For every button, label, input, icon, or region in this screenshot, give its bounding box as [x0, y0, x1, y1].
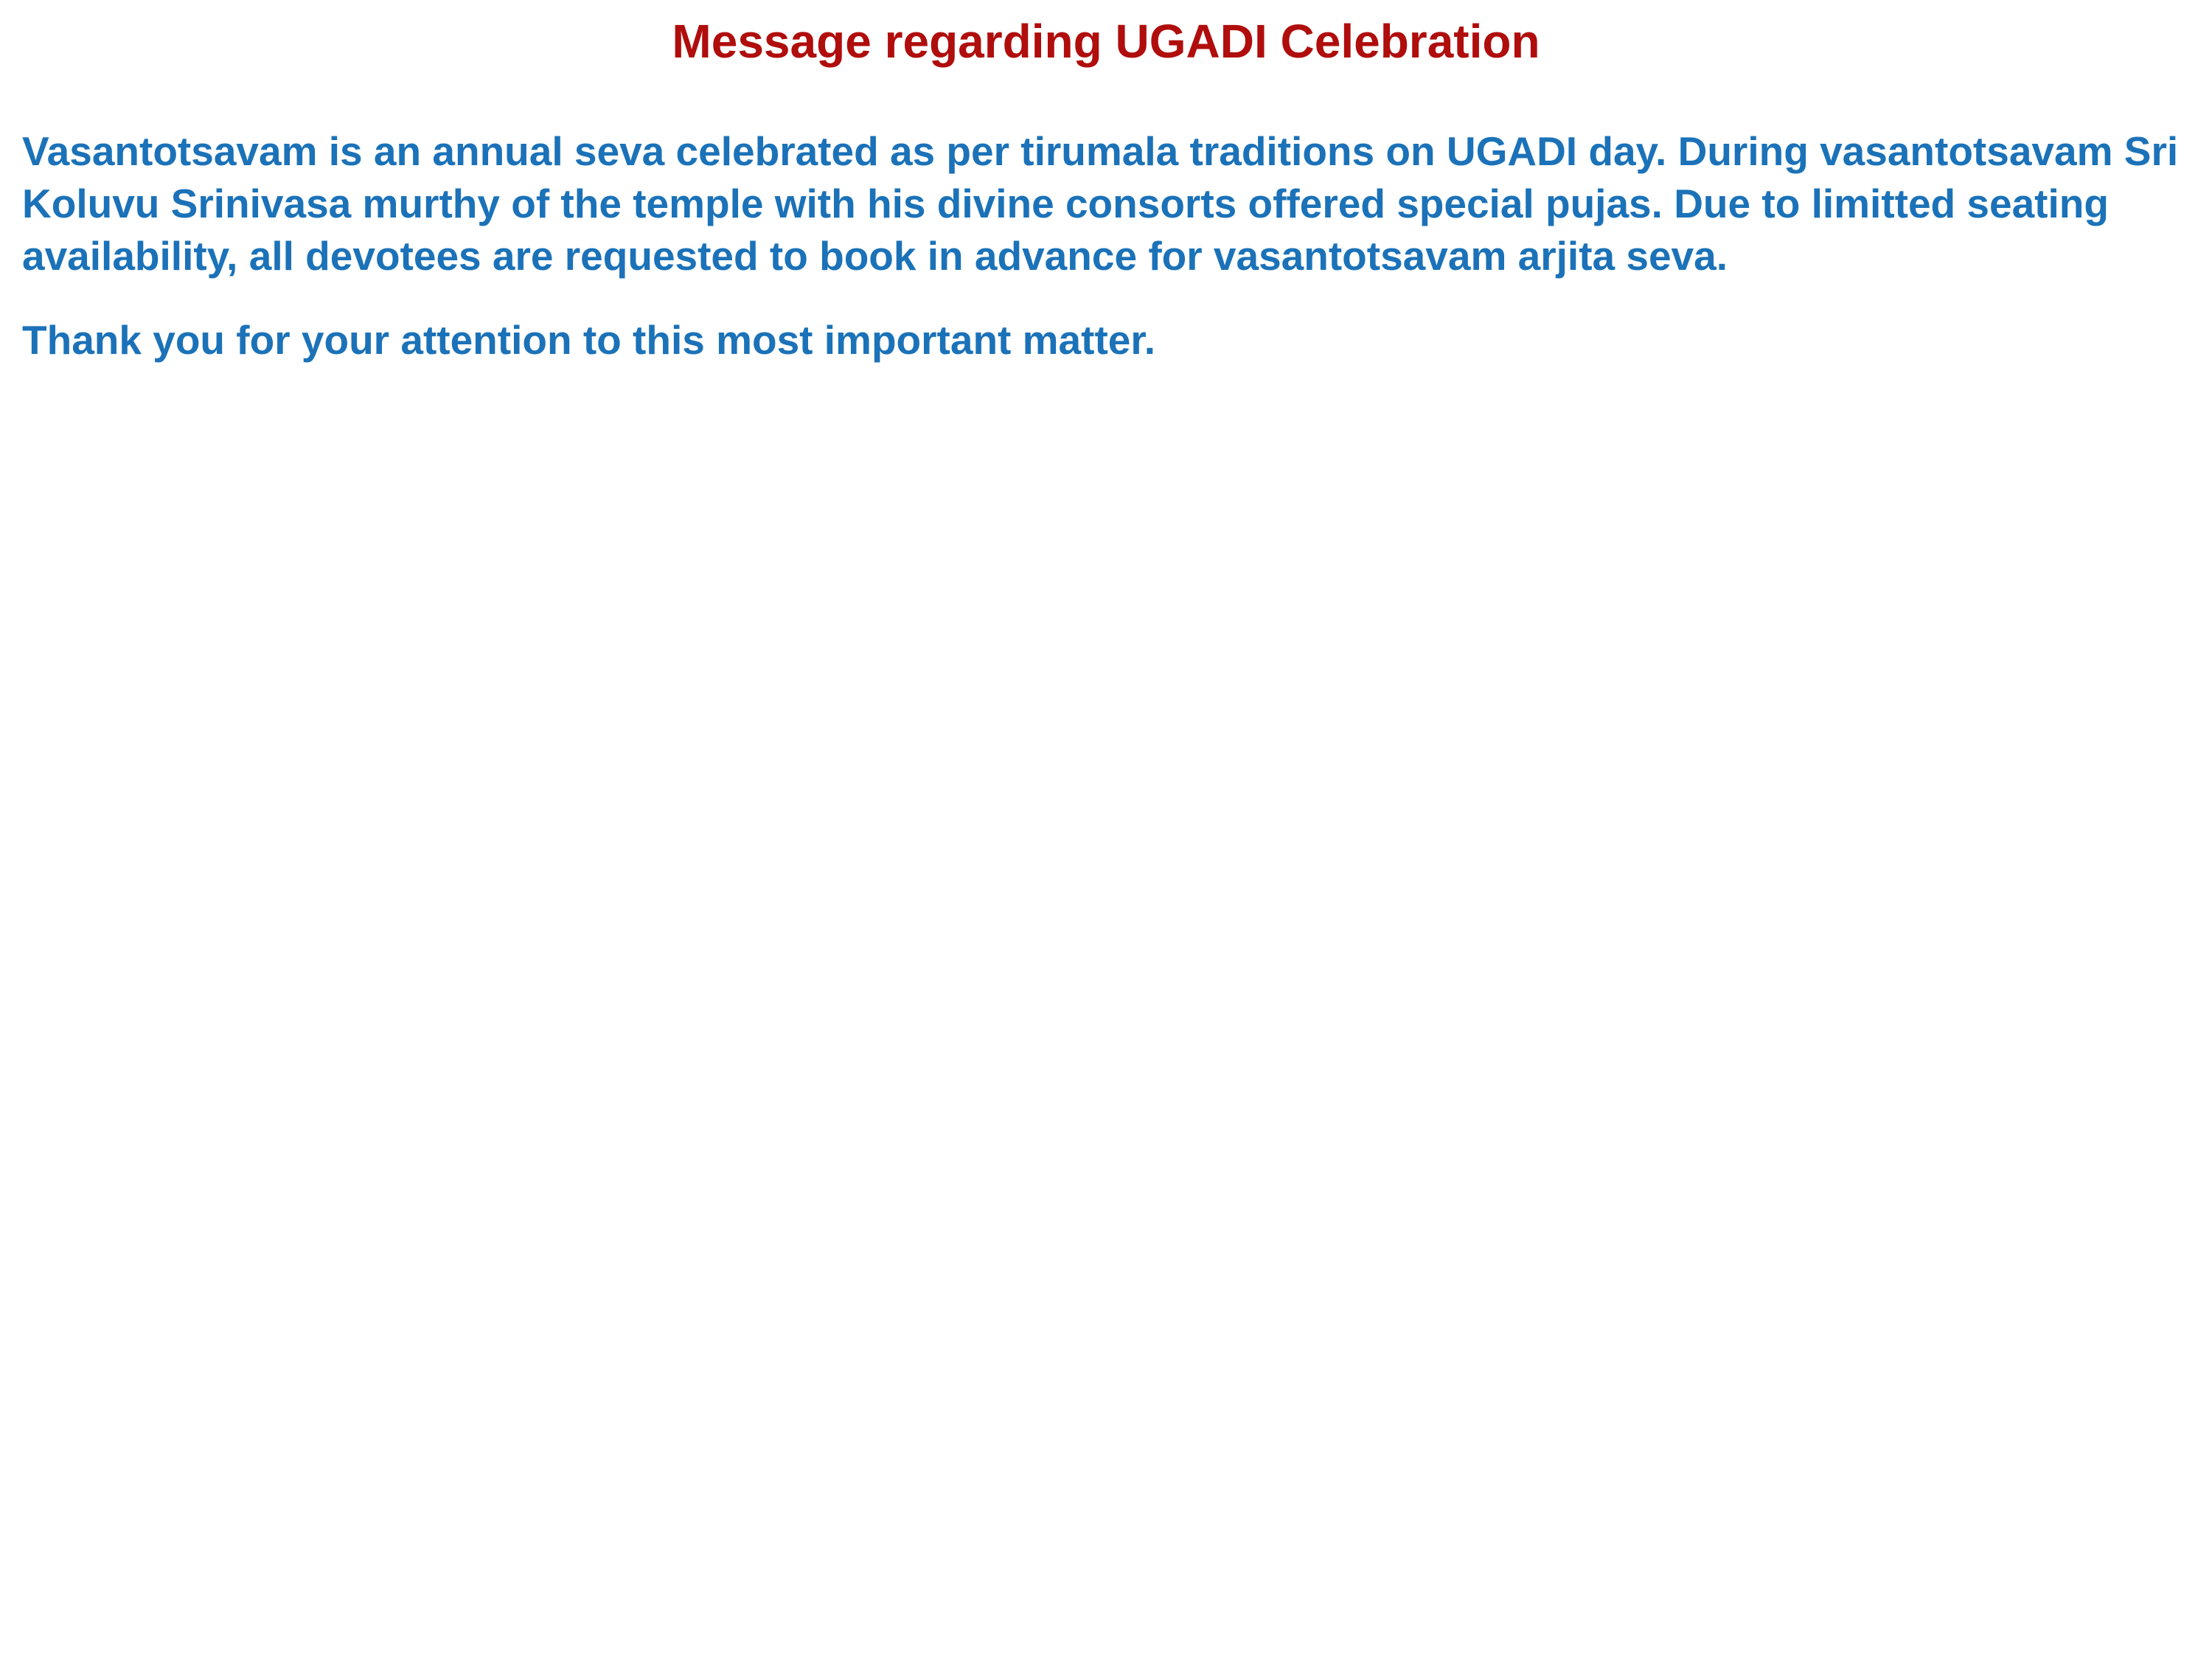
notice-paragraph: Vasantotsavam is an annual seva celebrat…	[22, 128, 2179, 279]
notice-body: Vasantotsavam is an annual seva celebrat…	[22, 125, 2190, 366]
page-title: Message regarding UGADI Celebration	[672, 15, 1540, 68]
notice-page: Message regarding UGADI Celebration Vasa…	[0, 0, 2212, 1659]
closing-paragraph: Thank you for your attention to this mos…	[22, 317, 1156, 363]
